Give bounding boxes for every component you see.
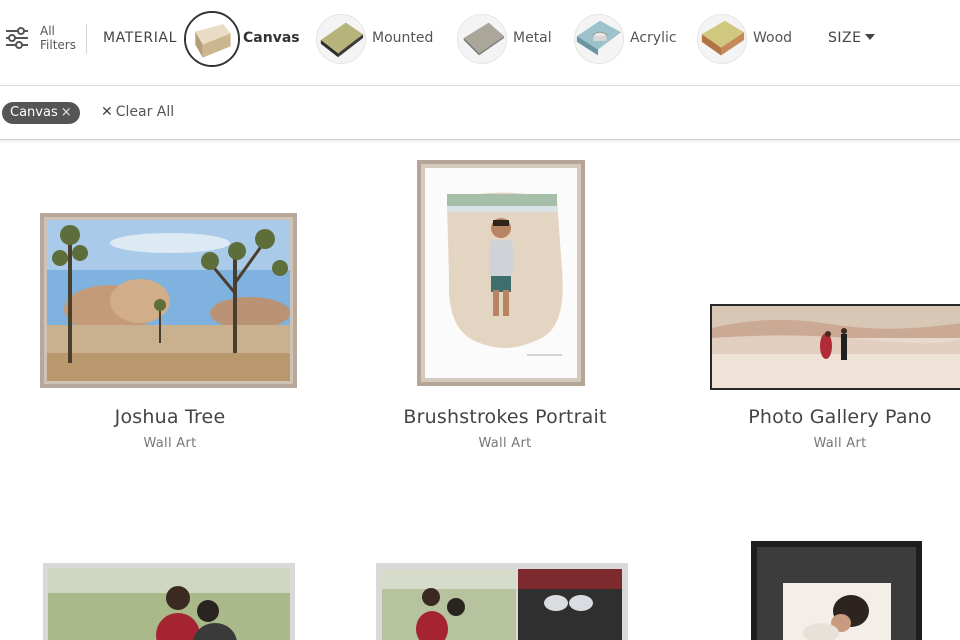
material-option-label: Wood [753,30,793,46]
product-card[interactable] [340,560,670,640]
product-card-joshua-tree[interactable]: Joshua Tree Wall Art [5,150,335,470]
material-option-label: Mounted [372,30,434,46]
product-image[interactable] [417,160,585,386]
metal-swatch-icon [457,14,507,64]
clear-all-button[interactable]: ✕ Clear All [101,104,174,120]
close-icon: ✕ [101,104,113,120]
wood-swatch-icon [697,14,747,64]
sliders-icon [6,27,28,49]
product-title[interactable]: Photo Gallery Pano [675,406,960,428]
chip-label: Canvas [10,105,58,120]
filter-bar: All Filters MATERIAL Canvas Mounted Meta… [0,0,960,86]
material-option-label: Acrylic [630,30,677,46]
product-card-brushstrokes-portrait[interactable]: Brushstrokes Portrait Wall Art [340,150,670,470]
product-subtitle: Wall Art [813,436,867,451]
product-image[interactable] [710,304,960,390]
product-subtitle: Wall Art [143,436,197,451]
canvas-swatch-icon [184,11,240,67]
all-filters-button[interactable]: All Filters [4,22,84,56]
product-card-photo-gallery-pano[interactable]: Photo Gallery Pano Wall Art [675,150,960,470]
size-dropdown[interactable]: SIZE [828,30,876,46]
applied-filters-row: Canvas × ✕ Clear All [0,86,960,140]
material-option-label: Metal [513,30,552,46]
divider [86,24,87,54]
product-image[interactable] [376,563,628,640]
product-image[interactable] [43,563,295,640]
clear-all-label: Clear All [115,104,175,120]
product-card[interactable] [5,560,335,640]
all-filters-label: All Filters [40,24,76,52]
size-label: SIZE [828,30,862,46]
product-card[interactable] [675,540,960,640]
applied-filter-chip-canvas[interactable]: Canvas × [2,102,80,124]
mounted-swatch-icon [316,14,366,64]
material-option-label: Canvas [243,30,300,46]
material-label: MATERIAL [103,30,178,46]
acrylic-swatch-icon [574,14,624,64]
product-image[interactable] [40,213,297,388]
product-title[interactable]: Joshua Tree [5,406,335,428]
product-title[interactable]: Brushstrokes Portrait [340,406,670,428]
chip-close-icon[interactable]: × [61,102,72,124]
caret-down-icon [865,34,876,40]
product-image[interactable] [751,541,922,640]
product-subtitle: Wall Art [478,436,532,451]
